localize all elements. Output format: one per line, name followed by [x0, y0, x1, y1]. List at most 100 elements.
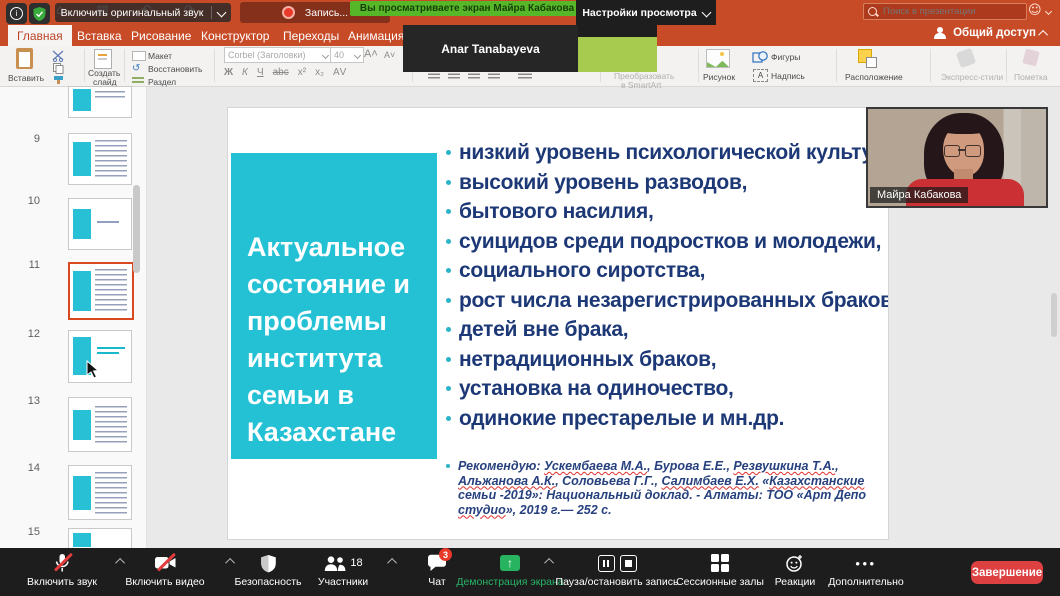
textbox-icon[interactable]: А: [753, 69, 768, 82]
bullet-item: низкий уровень психологической культуры,: [446, 138, 884, 168]
tab-konstruktor[interactable]: Конструктор: [201, 25, 269, 46]
search-input[interactable]: [881, 5, 1015, 18]
picture-icon[interactable]: [706, 49, 730, 68]
search-icon: [868, 7, 877, 16]
thumbnail-number: 11: [20, 259, 40, 271]
tab-vstavka[interactable]: Вставка: [77, 25, 122, 46]
zoom-toolbar: Включить звук Включить видео Безопасност…: [0, 548, 1060, 596]
section-icon[interactable]: [132, 77, 144, 84]
participant-video-tile[interactable]: Anar Tanabayeva: [403, 25, 578, 72]
smartart-label-2[interactable]: в SmartArt: [621, 80, 661, 90]
stop-recording-icon[interactable]: [620, 555, 637, 572]
character-spacing-button[interactable]: АV: [333, 67, 346, 78]
tab-animatsiya[interactable]: Анимация: [348, 25, 404, 46]
recording-label: Запись...: [305, 7, 348, 19]
slide-thumbnail[interactable]: [68, 397, 132, 452]
zoom-meeting-window: ⌂ ▤ ↶ ↷ i Включить оригинальный звук Зап…: [0, 0, 1060, 596]
view-settings-button[interactable]: Настройки просмотра: [576, 0, 716, 25]
section-label[interactable]: Раздел: [148, 77, 176, 87]
reset-label[interactable]: Восстановить: [148, 64, 202, 74]
quick-styles-icon[interactable]: [956, 48, 977, 69]
superscript-button[interactable]: x²: [298, 67, 306, 78]
reactions-smiley-icon: [785, 554, 805, 573]
start-video-button[interactable]: Включить видео: [110, 552, 220, 588]
shrink-font-button[interactable]: А˅: [384, 50, 395, 60]
slide-canvas[interactable]: Актуальное состояние и проблемы институт…: [227, 107, 889, 540]
thumbnail-number: 15: [20, 526, 40, 538]
participant-video-tile-2[interactable]: [578, 37, 657, 72]
feedback-smiley-icon[interactable]: ☺: [1028, 3, 1051, 18]
arrange-icon[interactable]: [858, 49, 878, 67]
editor-scrollbar[interactable]: [1051, 293, 1057, 337]
tab-glavnaya[interactable]: Главная: [8, 25, 72, 46]
textbox-label[interactable]: Надпись: [771, 71, 805, 81]
info-glyph: i: [10, 7, 23, 20]
reset-icon[interactable]: ↺: [132, 63, 144, 73]
bullet-item: установка на одиночество,: [446, 374, 884, 404]
participants-count: 18: [350, 557, 362, 569]
slide-title: Актуальное состояние и проблемы институт…: [247, 232, 410, 447]
annotate-label[interactable]: Пометка: [1014, 72, 1048, 82]
slide-thumbnail[interactable]: [68, 86, 132, 118]
picture-label[interactable]: Рисунок: [703, 72, 735, 82]
thumbnail-number: 9: [20, 133, 40, 145]
encryption-shield-icon[interactable]: [29, 3, 50, 24]
more-button[interactable]: ••• Дополнительно: [811, 552, 921, 588]
thumbnail-number: 12: [20, 328, 40, 340]
slide-title-box[interactable]: Актуальное состояние и проблемы институт…: [231, 153, 437, 459]
annotate-icon[interactable]: [1022, 48, 1039, 66]
record-dot-icon: [282, 6, 295, 19]
slide-thumbnail[interactable]: [68, 133, 132, 185]
underline-button[interactable]: Ч: [257, 67, 264, 78]
video-strip-background: [578, 25, 657, 37]
new-slide-icon[interactable]: [94, 49, 112, 69]
slide-thumbnail[interactable]: [68, 465, 132, 520]
meeting-info-icon[interactable]: i: [6, 3, 27, 24]
copy-icon[interactable]: [53, 63, 64, 74]
presentation-search[interactable]: [863, 3, 1027, 20]
italic-button[interactable]: К: [242, 67, 248, 78]
font-name-select[interactable]: Corbel (Заголовки): [224, 47, 332, 63]
grow-font-button[interactable]: А˄: [364, 48, 378, 60]
strikethrough-button[interactable]: abc: [273, 67, 289, 78]
layout-icon[interactable]: [132, 51, 146, 61]
cut-icon[interactable]: [52, 50, 64, 62]
presenter-video[interactable]: Майра Кабакова: [866, 107, 1048, 208]
original-sound-button[interactable]: Включить оригинальный звук: [55, 3, 231, 22]
slide-thumbnail[interactable]: [68, 528, 132, 549]
arrange-label[interactable]: Расположение: [845, 72, 903, 82]
shapes-label[interactable]: Фигуры: [771, 52, 800, 62]
unmute-button[interactable]: Включить звук: [7, 552, 117, 588]
font-format-row: Ж К Ч abc x² x₂ АV: [224, 67, 346, 78]
slide-thumbnail[interactable]: [68, 330, 132, 383]
pause-recording-icon[interactable]: [598, 555, 615, 572]
bullet-item: рост числа незарегистрированных браков,: [446, 286, 884, 316]
subscript-button[interactable]: x₂: [315, 67, 324, 78]
slide-thumbnail[interactable]: [68, 198, 132, 250]
person-plus-icon: [934, 27, 948, 39]
thumbnail-scrollbar[interactable]: [133, 185, 140, 273]
mouse-cursor: [86, 360, 99, 379]
end-meeting-button[interactable]: Завершение: [971, 561, 1043, 584]
bold-button[interactable]: Ж: [224, 67, 233, 78]
paste-label[interactable]: Вставить: [8, 73, 44, 83]
slide-thumbnail-selected[interactable]: [68, 262, 134, 320]
format-painter-icon[interactable]: [53, 75, 64, 85]
thumbnail-number: 13: [20, 395, 40, 407]
font-size-select[interactable]: 40: [330, 47, 364, 63]
bullet-item: социального сиротства,: [446, 256, 884, 286]
share-button[interactable]: Общий доступ: [934, 27, 1048, 39]
chevron-down-icon[interactable]: [217, 8, 227, 18]
shapes-icon[interactable]: [752, 50, 768, 63]
bullet-item: бытового насилия,: [446, 197, 884, 227]
slide-thumbnail-panel: 9 10 11 12 13 14 15: [0, 87, 147, 548]
tab-risovanie[interactable]: Рисование: [131, 25, 191, 46]
pause-stop-recording-button[interactable]: Пауза/остановить запись: [552, 552, 682, 588]
tab-perekhody[interactable]: Переходы: [283, 25, 339, 46]
thumbnail-number: 10: [20, 195, 40, 207]
layout-label[interactable]: Макет: [148, 51, 172, 61]
participant-name: Anar Tanabayeva: [441, 42, 540, 56]
paste-icon[interactable]: [16, 48, 33, 69]
bullet-item: суицидов среди подростков и молодежи,: [446, 227, 884, 257]
quick-styles-label[interactable]: Экспресс-стили: [941, 72, 1003, 82]
